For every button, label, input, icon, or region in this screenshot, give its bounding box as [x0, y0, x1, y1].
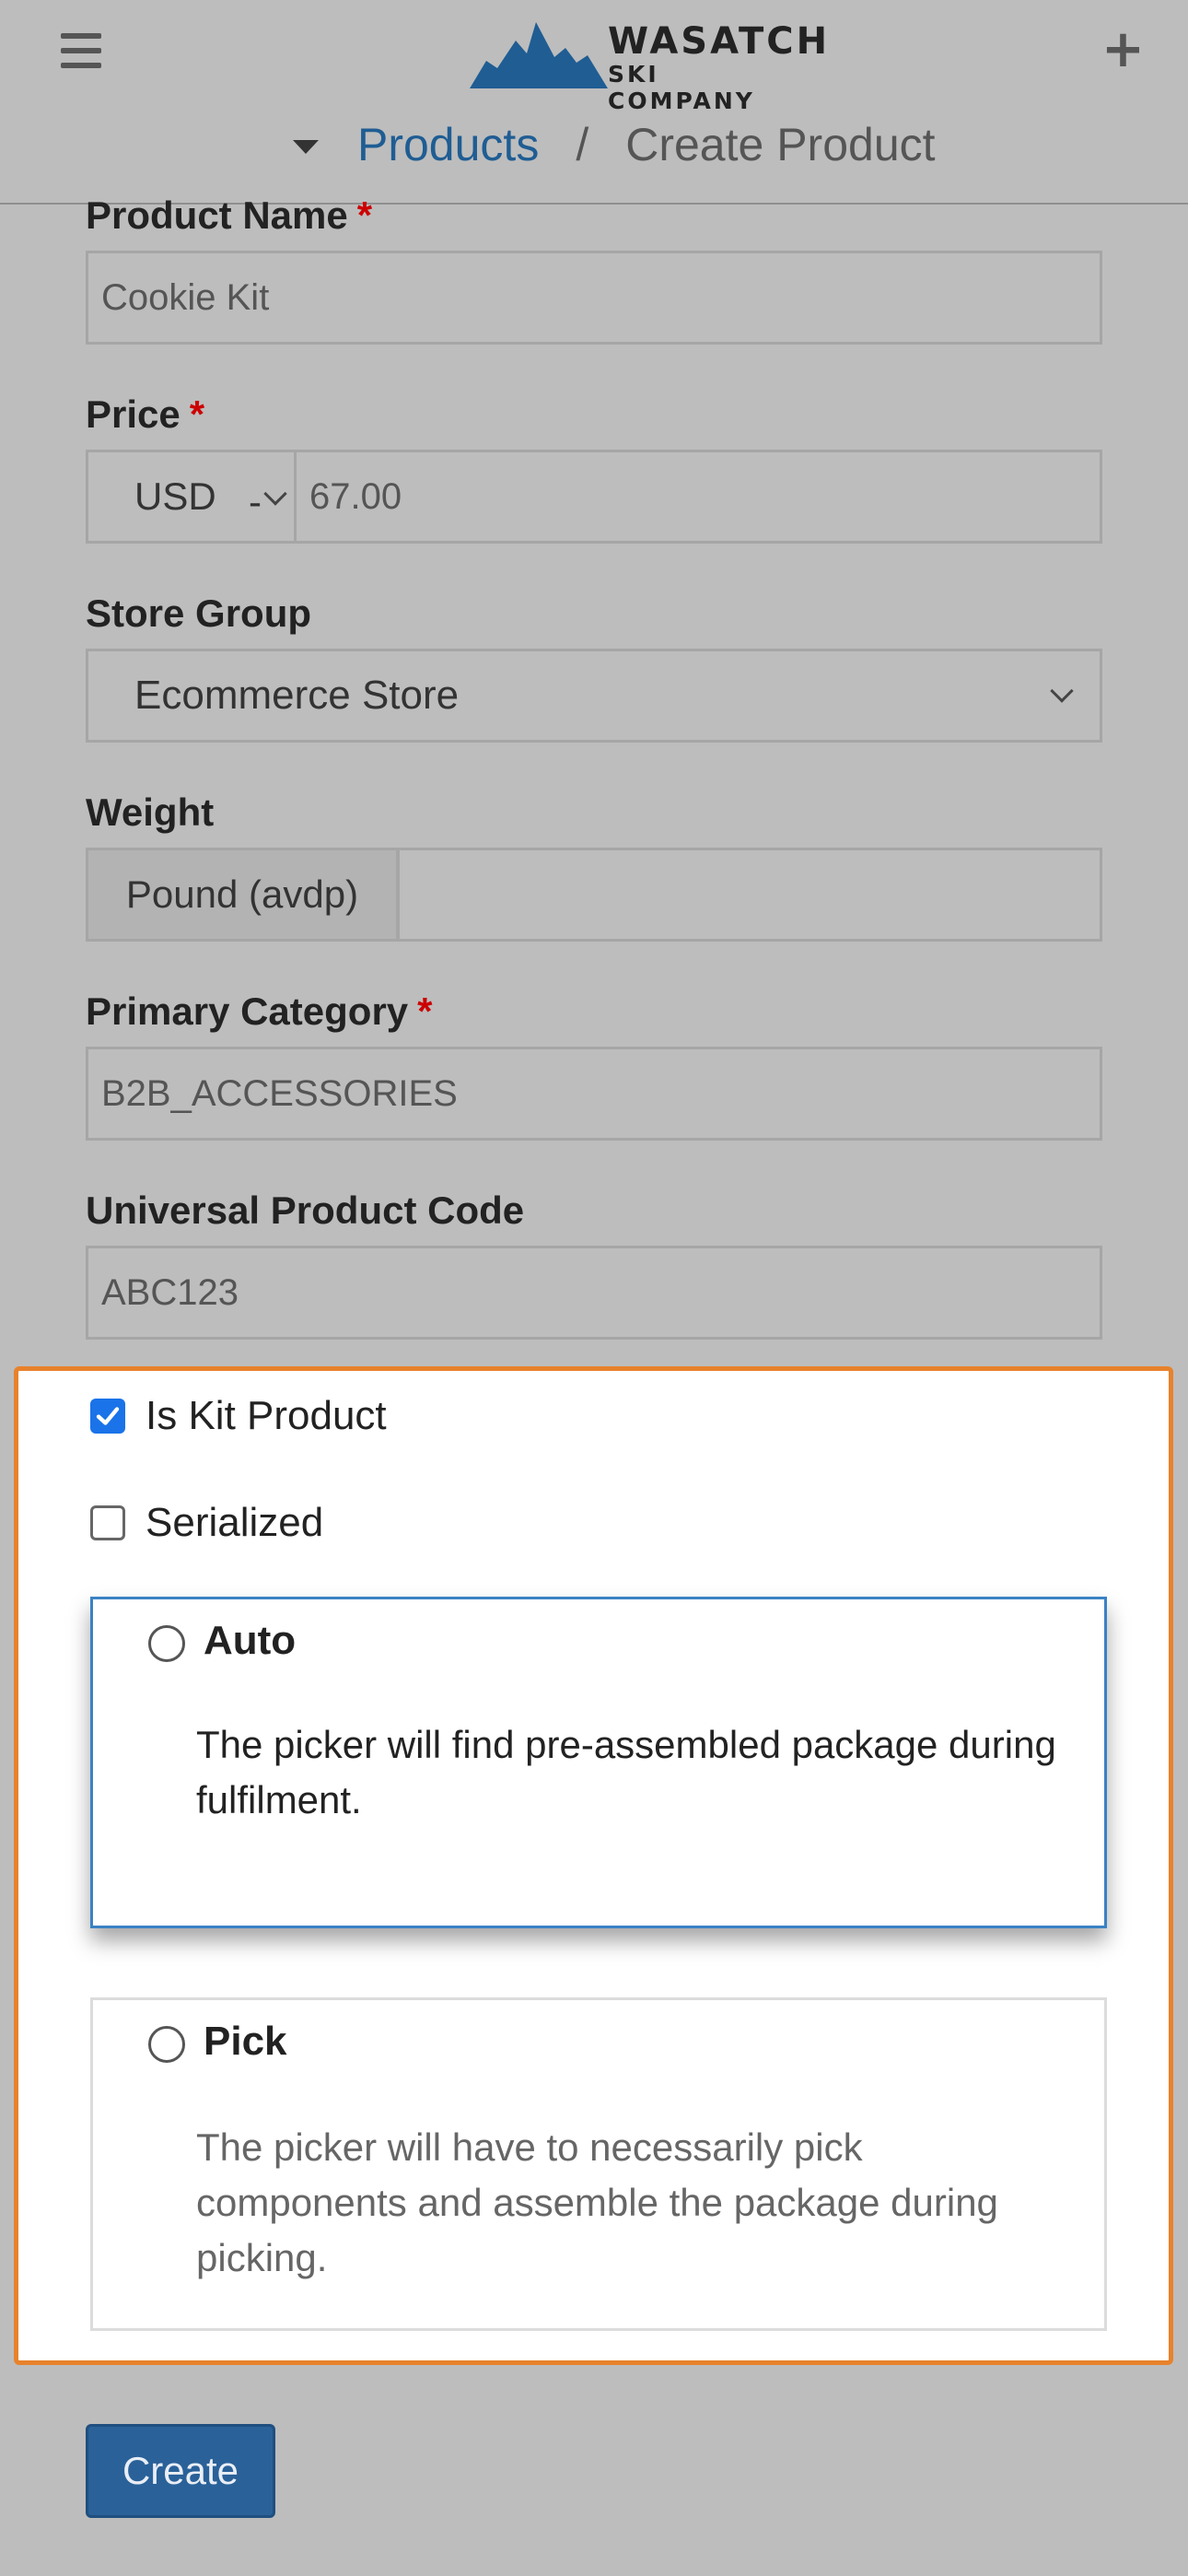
- required-marker: *: [417, 989, 433, 1033]
- price-label: Price *: [86, 392, 204, 437]
- upc-input[interactable]: ABC123: [86, 1246, 1102, 1340]
- price-value: 67.00: [309, 475, 402, 517]
- app-header: WASATCH SKI COMPANY + Products / Create …: [0, 0, 1188, 205]
- upc-label: Universal Product Code: [86, 1188, 525, 1232]
- auto-radio[interactable]: [148, 1625, 185, 1662]
- product-name-value: Cookie Kit: [101, 276, 270, 318]
- pick-option-description: The picker will have to necessarily pick…: [196, 2125, 998, 2279]
- caret-down-icon[interactable]: [293, 139, 319, 154]
- logo-text-ski-company: SKI COMPANY: [608, 61, 755, 114]
- price-field: USD - 67.00: [86, 450, 1102, 544]
- price-label-text: Price: [86, 392, 181, 436]
- breadcrumb: Products / Create Product: [293, 112, 936, 177]
- breadcrumb-products-link[interactable]: Products: [357, 118, 539, 171]
- auto-option-card[interactable]: Auto The picker will find pre-assembled …: [90, 1597, 1107, 1928]
- serialized-checkbox[interactable]: Serialized: [90, 1500, 323, 1546]
- product-name-label: Product Name *: [86, 193, 372, 238]
- chevron-down-icon: [263, 482, 287, 506]
- plus-icon[interactable]: +: [1101, 24, 1145, 76]
- primary-category-value: B2B_ACCESSORIES: [101, 1072, 458, 1114]
- primary-category-label-text: Primary Category: [86, 989, 409, 1033]
- weight-unit-select[interactable]: Pound (avdp): [88, 850, 400, 939]
- required-marker: *: [189, 392, 205, 436]
- upc-value: ABC123: [101, 1271, 239, 1313]
- price-input[interactable]: 67.00: [297, 452, 402, 541]
- weight-input[interactable]: [400, 850, 1100, 939]
- create-button[interactable]: Create: [86, 2424, 275, 2518]
- pick-option-title: Pick: [204, 2019, 287, 2064]
- required-marker: *: [356, 193, 373, 237]
- checkbox-unchecked-icon[interactable]: [90, 1505, 125, 1540]
- primary-category-label: Primary Category *: [86, 989, 433, 1034]
- serialized-label: Serialized: [146, 1500, 324, 1545]
- hamburger-icon[interactable]: [61, 33, 101, 72]
- logo-text-wasatch: WASATCH: [608, 20, 831, 63]
- company-logo[interactable]: WASATCH SKI COMPANY: [470, 20, 827, 114]
- auto-option-title: Auto: [204, 1618, 297, 1663]
- breadcrumb-separator: /: [576, 119, 589, 170]
- auto-option-description: The picker will find pre-assembled packa…: [196, 1723, 1056, 1821]
- store-group-value: Ecommerce Store: [134, 673, 460, 718]
- primary-category-input[interactable]: B2B_ACCESSORIES: [86, 1047, 1102, 1141]
- kit-options-panel: Is Kit Product Serialized Auto The picke…: [14, 1366, 1173, 2365]
- chevron-down-icon: [1050, 679, 1074, 703]
- store-group-select[interactable]: Ecommerce Store: [86, 649, 1102, 743]
- weight-label: Weight: [86, 790, 215, 834]
- currency-select[interactable]: USD -: [88, 452, 297, 541]
- breadcrumb-current: Create Product: [625, 119, 936, 170]
- product-name-input[interactable]: Cookie Kit: [86, 251, 1102, 345]
- pick-option-card[interactable]: Pick The picker will have to necessarily…: [90, 1997, 1107, 2331]
- is-kit-product-label: Is Kit Product: [146, 1393, 387, 1438]
- mountain-logo-icon: [470, 22, 608, 88]
- currency-value: USD: [134, 474, 216, 518]
- pick-radio[interactable]: [148, 2026, 185, 2063]
- weight-field: Pound (avdp): [86, 848, 1102, 942]
- is-kit-product-checkbox[interactable]: Is Kit Product: [90, 1393, 387, 1439]
- currency-suffix: -: [249, 480, 262, 523]
- checkbox-checked-icon[interactable]: [90, 1399, 125, 1434]
- product-name-label-text: Product Name: [86, 193, 348, 237]
- store-group-label: Store Group: [86, 591, 312, 635]
